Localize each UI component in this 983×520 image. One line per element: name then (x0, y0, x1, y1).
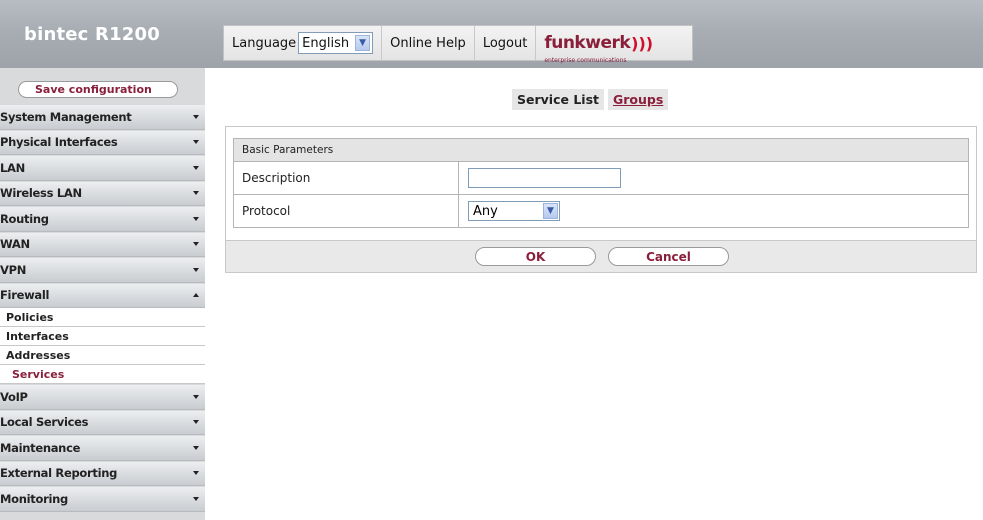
chevron-down-icon (193, 216, 199, 221)
cancel-button[interactable]: Cancel (608, 247, 729, 266)
sidebar-item-monitoring[interactable]: Monitoring (0, 487, 205, 512)
chevron-down-icon (193, 445, 199, 450)
waves-icon: ))) (631, 33, 654, 53)
ok-button[interactable]: OK (475, 247, 596, 266)
chevron-down-icon (193, 496, 199, 501)
sidebar: Save configuration System Management Phy… (0, 68, 205, 520)
language-label: Language (232, 35, 297, 51)
sidebar-item-label: Wireless LAN (0, 186, 82, 201)
sidebar-item-label: Routing (0, 211, 49, 226)
tab-groups[interactable]: Groups (607, 88, 669, 110)
sidebar-item-label: LAN (0, 160, 25, 175)
chevron-down-icon (193, 420, 199, 425)
chevron-down-icon (193, 140, 199, 145)
sidebar-item-voip[interactable]: VoIP (0, 385, 205, 410)
chevron-down-icon (193, 394, 199, 399)
basic-parameters-section: Basic Parameters Description Protocol An… (233, 138, 969, 228)
description-input[interactable] (468, 168, 621, 188)
sidebar-item-label: VoIP (0, 389, 28, 404)
chevron-down-icon (193, 242, 199, 247)
chevron-down-icon (193, 471, 199, 476)
sidebar-item-label: Local Services (0, 415, 89, 430)
sidebar-item-routing[interactable]: Routing (0, 207, 205, 232)
language-select[interactable]: English ▼ (298, 32, 374, 54)
chevron-down-icon[interactable]: ▼ (355, 35, 371, 51)
sidebar-item-label: System Management (0, 109, 132, 124)
sidebar-item-label: Firewall (0, 288, 50, 303)
sidebar-item-label: Physical Interfaces (0, 135, 118, 150)
chevron-down-icon[interactable]: ▼ (543, 203, 558, 219)
funkwerk-logo: funkwerk ))) enterprise communications (536, 33, 661, 64)
logout-link[interactable]: Logout (475, 26, 536, 60)
protocol-value: Any (473, 203, 498, 219)
sidebar-item-vpn[interactable]: VPN (0, 258, 205, 283)
chevron-down-icon (193, 114, 199, 119)
section-title: Basic Parameters (234, 139, 968, 162)
logo-name: funkwerk (544, 33, 631, 53)
submenu-item-interfaces[interactable]: Interfaces (0, 327, 205, 346)
form-row-description: Description (234, 162, 968, 195)
logo-tagline: enterprise communications (544, 57, 627, 64)
sidebar-item-maintenance[interactable]: Maintenance (0, 436, 205, 461)
sidebar-item-wan[interactable]: WAN (0, 232, 205, 257)
form-panel: Basic Parameters Description Protocol An… (225, 126, 977, 273)
protocol-label: Protocol (234, 195, 459, 227)
sidebar-item-physical-interfaces[interactable]: Physical Interfaces (0, 130, 205, 155)
header-bar: bintec R1200 Language English ▼ Online H… (0, 0, 983, 68)
sidebar-item-label: Monitoring (0, 491, 68, 506)
sidebar-menu: System Management Physical Interfaces LA… (0, 105, 205, 513)
sidebar-item-local-services[interactable]: Local Services (0, 410, 205, 435)
sidebar-item-system-management[interactable]: System Management (0, 105, 205, 130)
sidebar-item-lan[interactable]: LAN (0, 156, 205, 181)
chevron-down-icon (193, 165, 199, 170)
submenu-item-policies[interactable]: Policies (0, 308, 205, 327)
firewall-submenu: Policies Interfaces Addresses Services (0, 308, 205, 384)
sidebar-item-label: WAN (0, 237, 30, 252)
chevron-down-icon (193, 267, 199, 272)
product-name: bintec R1200 (24, 23, 160, 45)
sidebar-item-wireless-lan[interactable]: Wireless LAN (0, 181, 205, 206)
sidebar-item-label: External Reporting (0, 466, 118, 481)
sidebar-item-firewall[interactable]: Firewall (0, 283, 205, 308)
sidebar-item-label: VPN (0, 262, 27, 277)
chevron-down-icon (193, 191, 199, 196)
tab-service-list[interactable]: Service List (512, 88, 604, 110)
product-title: bintec R1200 (0, 0, 205, 68)
header-toolbar: Language English ▼ Online Help Logout fu… (223, 25, 693, 64)
protocol-cell: Any ▼ (459, 195, 968, 227)
description-cell (459, 162, 968, 194)
language-value: English (302, 35, 350, 51)
submenu-item-services[interactable]: Services (0, 365, 205, 384)
online-help-link[interactable]: Online Help (382, 26, 474, 60)
button-bar: OK Cancel (226, 240, 976, 272)
language-selector: Language English ▼ (224, 26, 381, 60)
form-row-protocol: Protocol Any ▼ (234, 195, 968, 227)
description-label: Description (234, 162, 459, 194)
page-tabs: Service List Groups (512, 87, 669, 111)
protocol-select[interactable]: Any ▼ (468, 201, 560, 221)
submenu-item-addresses[interactable]: Addresses (0, 346, 205, 365)
sidebar-item-external-reporting[interactable]: External Reporting (0, 461, 205, 486)
sidebar-item-label: Maintenance (0, 440, 81, 455)
chevron-up-icon (193, 293, 199, 298)
save-configuration-button[interactable]: Save configuration (18, 81, 178, 98)
